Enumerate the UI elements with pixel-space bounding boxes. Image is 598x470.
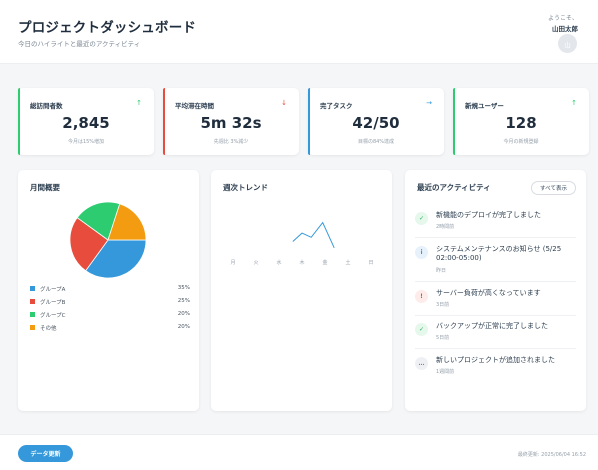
trend-line [292, 221, 335, 249]
x-tick-label: 月 [230, 260, 235, 266]
avatar[interactable]: 山 [558, 34, 577, 53]
info-icon: i [415, 246, 428, 259]
stat-value: 42/50 [352, 114, 400, 132]
header: プロジェクトダッシュボード 今日のハイライトと最近のアクティビティ ようこそ、 … [0, 0, 598, 64]
stat-value: 2,845 [62, 114, 110, 132]
stat-card-new-users: 新規ユーザー ↑ 128 今月の新規登録 [453, 88, 589, 155]
activity-time: 3日前 [436, 302, 450, 308]
legend-swatch [30, 286, 35, 291]
pie-chart [69, 201, 147, 279]
stat-label: 平均滞在時間 [175, 102, 214, 110]
divider [415, 281, 576, 282]
stat-subtext: 先週比 3%減少 [213, 139, 249, 145]
activity-text: 新しいプロジェクトが追加されました [436, 356, 555, 364]
x-tick-label: 金 [322, 259, 327, 266]
check-icon: ✓ [415, 323, 428, 336]
arrow-right-icon: → [426, 99, 432, 107]
legend-item: グループC 20% [30, 310, 190, 320]
stat-card-avg-time: 平均滞在時間 ↓ 5m 32s 先週比 3%減少 [163, 88, 299, 155]
legend-percent: 20% [177, 324, 190, 330]
arrow-up-icon: ↑ [571, 99, 577, 107]
page-subtitle: 今日のハイライトと最近のアクティビティ [18, 40, 141, 48]
legend-swatch [30, 312, 35, 317]
panel-title: 最近のアクティビティ [417, 183, 491, 192]
last-updated-text: 最終更新: 2025/06/04 16:52 [517, 452, 586, 458]
x-tick-label: 木 [299, 259, 304, 266]
stat-label: 新規ユーザー [465, 102, 504, 110]
legend-percent: 35% [177, 285, 190, 291]
username: 山田太郎 [552, 25, 578, 33]
legend-percent: 20% [177, 311, 190, 317]
x-tick-label: 日 [368, 260, 373, 266]
activity-text: バックアップが正常に完了しました [436, 322, 548, 330]
stat-subtext: 今月は15%増加 [67, 139, 105, 145]
legend-name: その他 [40, 326, 57, 332]
stat-card-visitors: 総訪問者数 ↑ 2,845 今月は15%増加 [18, 88, 154, 155]
arrow-down-icon: ↓ [281, 99, 287, 107]
arrow-up-icon: ↑ [136, 99, 142, 107]
activity-text: システムメンテナンスのお知らせ (5/25 02:00-05:00) [436, 245, 562, 262]
activity-panel: 最近のアクティビティ すべて表示 ✓ 新機能のデプロイが完了しました 2時間前 … [405, 170, 586, 411]
legend-item: グループA 35% [30, 284, 190, 294]
stat-subtext: 今月の新規登録 [503, 139, 539, 145]
x-tick-label: 水 [276, 259, 281, 266]
divider [415, 237, 576, 238]
line-chart: 月火水木金土日 [230, 221, 374, 266]
activity-text: 新機能のデプロイが完了しました [436, 211, 541, 219]
legend-name: グループB [40, 300, 66, 306]
activity-time: 1週間前 [436, 369, 455, 375]
refresh-data-button[interactable]: データ更新 [18, 445, 73, 462]
weekly-trend-panel: 週次トレンド 月 火 水 木 金 土 日 [211, 170, 392, 411]
legend-swatch [30, 299, 35, 304]
legend-item: その他 20% [30, 323, 190, 333]
legend-name: グループA [40, 287, 66, 293]
legend-name: グループC [40, 313, 66, 319]
stat-subtext: 目標の84%達成 [357, 139, 395, 145]
stat-value: 128 [505, 114, 537, 132]
warning-icon: ! [415, 290, 428, 303]
legend-item: グループB 25% [30, 297, 190, 307]
stat-label: 完了タスク [320, 102, 353, 110]
divider [415, 315, 576, 316]
activity-time: 昨日 [436, 268, 447, 274]
activity-time: 5日前 [436, 335, 450, 341]
stat-card-tasks: 完了タスク → 42/50 目標の84%達成 [308, 88, 444, 155]
legend-swatch [30, 325, 35, 330]
panel-title: 週次トレンド [223, 183, 268, 192]
page-title: プロジェクトダッシュボード [18, 20, 197, 36]
divider [415, 348, 576, 349]
monthly-overview-panel: 月間概要 グループA 35% グループB 25% グループC 20% その他 2… [18, 170, 199, 411]
panel-title: 月間概要 [30, 183, 60, 192]
stat-label: 総訪問者数 [30, 102, 63, 110]
stat-value: 5m 32s [200, 114, 262, 132]
view-all-button[interactable]: すべて表示 [531, 181, 576, 195]
x-tick-label: 土 [345, 259, 350, 266]
welcome-text: ようこそ、 [547, 15, 578, 22]
activity-text: サーバー負荷が高くなっています [436, 289, 541, 297]
footer: データ更新 最終更新: 2025/06/04 16:52 [0, 434, 598, 470]
activity-time: 2時間前 [436, 224, 455, 230]
legend-percent: 25% [177, 298, 190, 304]
more-icon: … [415, 357, 428, 370]
check-icon: ✓ [415, 212, 428, 225]
x-tick-label: 火 [253, 260, 258, 266]
